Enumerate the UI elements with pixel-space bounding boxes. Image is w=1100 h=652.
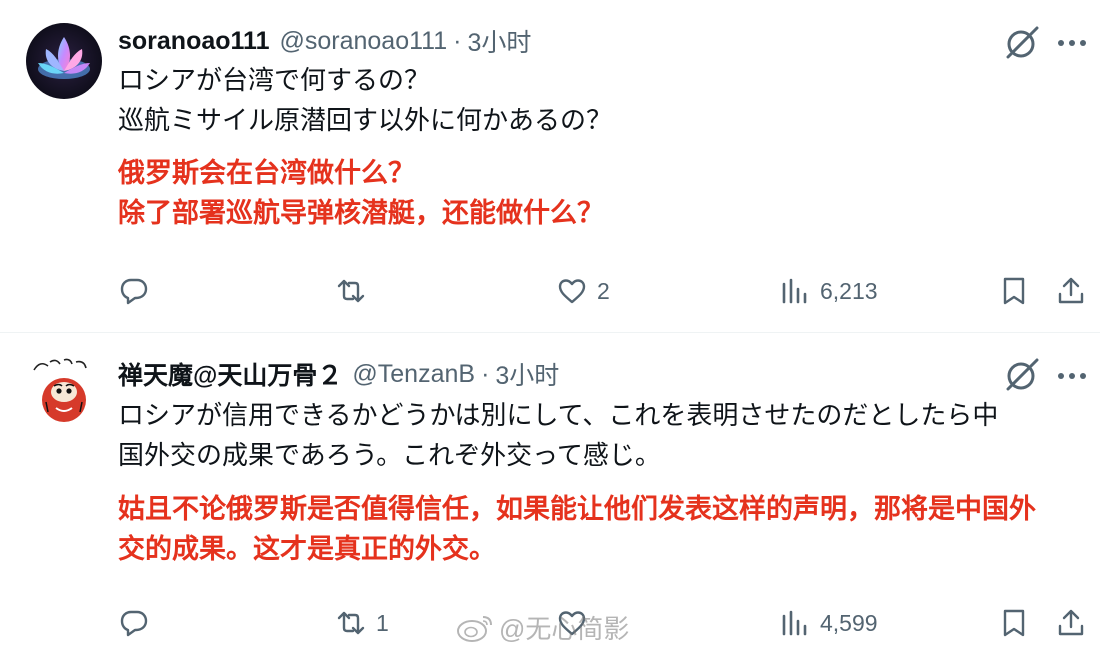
retweet-count: 1 (376, 609, 389, 636)
tweet[interactable]: soranoao111 @soranoao111 · 3小时 ロシアが台湾で何す… (0, 0, 1100, 333)
tweet-text: ロシアが台湾で何するの？ 巡航ミサイル原潜回す以外に何かあるの？ (118, 60, 1078, 140)
separator: · (481, 359, 490, 388)
user-handle[interactable]: @TenzanB (352, 360, 475, 389)
tweet-text-line: ロシアが信用できるかどうかは別にして、これを表明させたのだとしたら中 (118, 400, 999, 430)
more-options-icon[interactable] (1055, 26, 1089, 60)
views-button[interactable]: 6,213 (780, 271, 878, 311)
more-options-icon[interactable] (1055, 359, 1089, 393)
reply-icon (120, 610, 148, 637)
retweet-icon (337, 611, 365, 635)
tweet-text-line: 巡航ミサイル原潜回す以外に何かあるの？ (118, 105, 613, 135)
timestamp[interactable]: 3小时 (495, 356, 559, 392)
view-count: 6,213 (820, 277, 878, 304)
separator: · (453, 26, 462, 55)
tweet-text-line: 国外交の成果であろう。これぞ外交って感じ。 (118, 440, 661, 470)
avatar[interactable] (26, 23, 102, 99)
display-name[interactable]: soranoao111 (118, 27, 269, 56)
user-handle[interactable]: @soranoao111 (279, 27, 447, 56)
grok-icon[interactable] (1002, 23, 1042, 63)
views-chart-icon (782, 278, 807, 304)
action-bar: 2 6,213 (0, 271, 1100, 311)
like-button[interactable]: 2 (557, 271, 610, 311)
like-count: 2 (597, 277, 610, 304)
avatar[interactable] (26, 352, 102, 428)
heart-icon (558, 279, 586, 304)
grok-icon[interactable] (1002, 355, 1042, 395)
lotus-avatar-icon (26, 23, 102, 99)
bookmark-button[interactable] (999, 603, 1029, 643)
daruma-avatar-icon (26, 352, 102, 428)
bookmark-button[interactable] (999, 271, 1029, 311)
tweet[interactable]: 禅天魔@天山万骨２ @TenzanB · 3小时 ロシアが信用できるかどうかは別… (0, 333, 1100, 652)
timestamp[interactable]: 3小时 (467, 23, 531, 59)
translation-line: 俄罗斯会在台湾做什么？ (118, 158, 415, 188)
watermark-text: @无心简影 (499, 613, 630, 644)
reply-icon (120, 278, 148, 305)
retweet-icon (337, 279, 365, 303)
translation-text: 姑且不论俄罗斯是否值得信任，如果能让他们发表这样的声明，那将是中国外 交的成果。… (118, 489, 1088, 569)
tweet-header: 禅天魔@天山万骨２ @TenzanB · 3小时 (118, 357, 559, 391)
tweet-header: soranoao111 @soranoao111 · 3小时 (118, 24, 531, 58)
translation-text: 俄罗斯会在台湾做什么？ 除了部署巡航导弹核潜艇，还能做什么？ (118, 153, 1088, 233)
translation-line: 除了部署巡航导弹核潜艇，还能做什么？ (118, 198, 604, 228)
bookmark-icon (1003, 609, 1025, 637)
reply-button[interactable] (119, 271, 159, 311)
retweet-button[interactable]: 1 (336, 603, 389, 643)
watermark: @无心简影 (455, 607, 629, 647)
weibo-logo-icon (457, 616, 492, 642)
tweet-text-line: ロシアが台湾で何するの？ (118, 65, 431, 95)
display-name[interactable]: 禅天魔@天山万骨２ (118, 356, 342, 392)
reply-button[interactable] (119, 603, 159, 643)
views-button[interactable]: 4,599 (780, 603, 878, 643)
share-icon (1058, 609, 1084, 636)
share-button[interactable] (1056, 603, 1086, 643)
tweet-text: ロシアが信用できるかどうかは別にして、これを表明させたのだとしたら中 国外交の成… (118, 395, 1078, 475)
share-button[interactable] (1056, 271, 1086, 311)
views-chart-icon (782, 610, 807, 636)
view-count: 4,599 (820, 609, 878, 636)
translation-line: 交的成果。这才是真正的外交。 (118, 534, 496, 564)
translation-line: 姑且不论俄罗斯是否值得信任，如果能让他们发表这样的声明，那将是中国外 (118, 494, 1036, 524)
share-icon (1058, 277, 1084, 304)
retweet-button[interactable] (336, 271, 376, 311)
bookmark-icon (1003, 277, 1025, 305)
